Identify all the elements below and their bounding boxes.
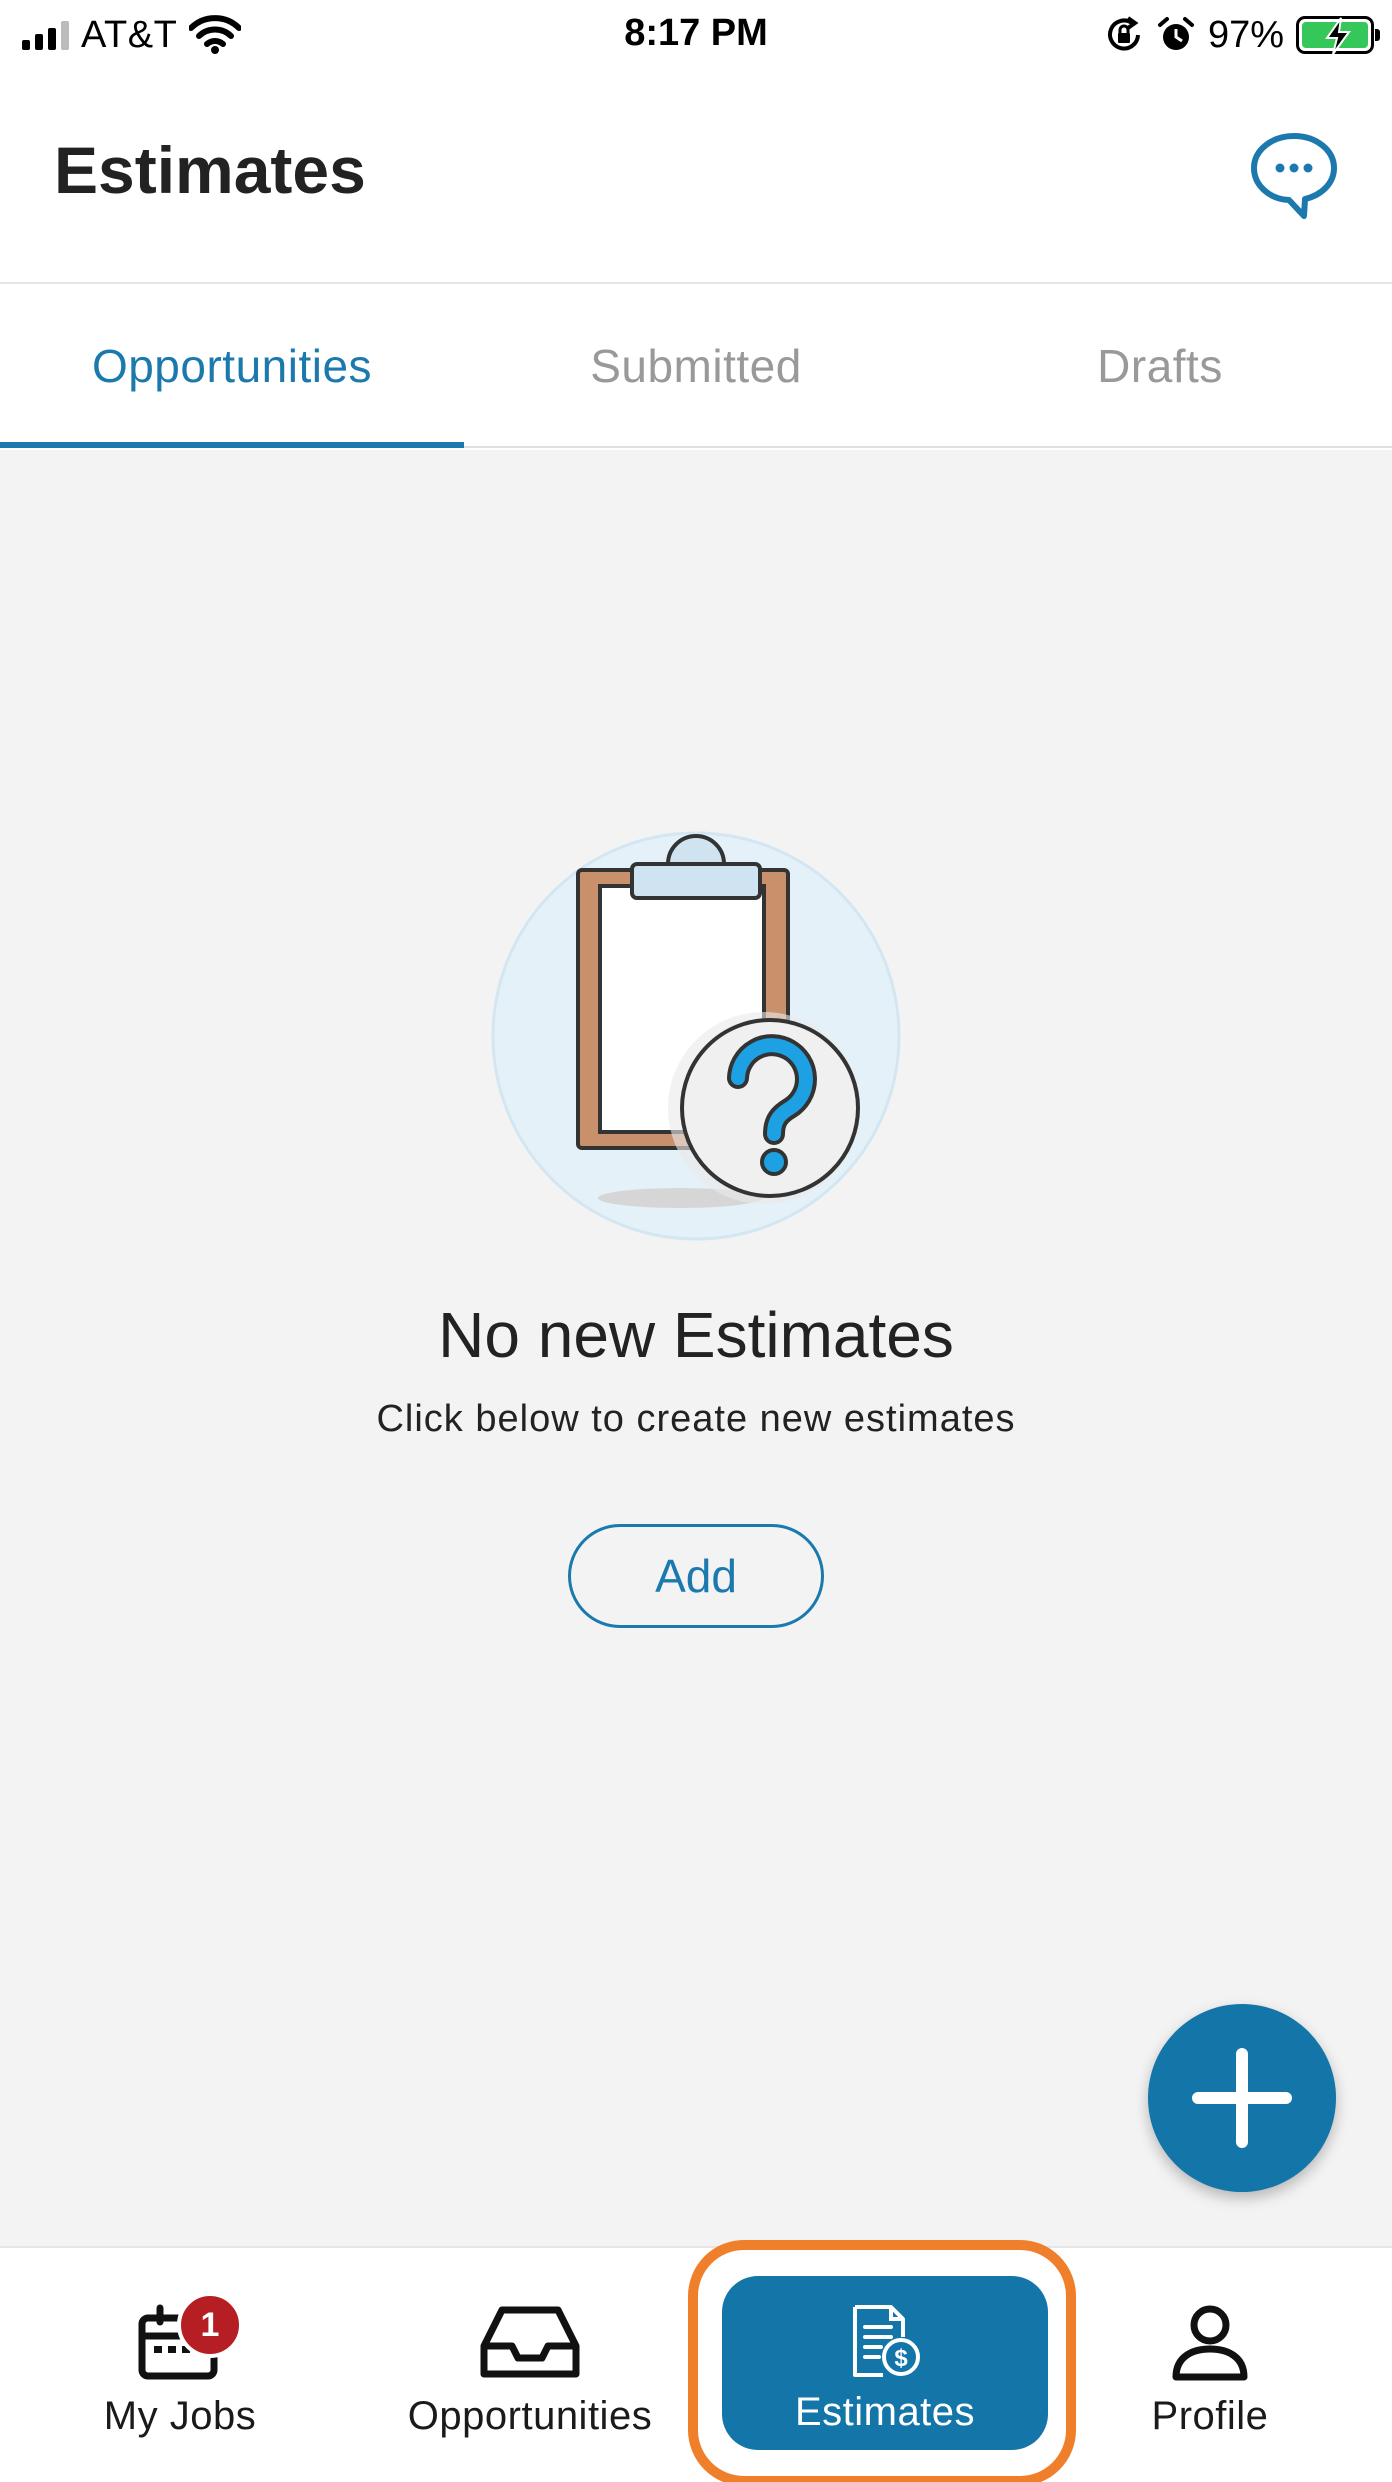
page-title: Estimates	[54, 133, 366, 207]
nav-label-estimates: Estimates	[794, 2390, 976, 2434]
svg-text:$: $	[894, 2345, 908, 2372]
battery-icon	[1296, 16, 1380, 55]
tab-bar: Opportunities Submitted Drafts	[0, 286, 1392, 448]
clipboard-question-icon	[491, 831, 901, 1241]
nav-label-my-jobs: My Jobs	[103, 2394, 257, 2438]
tab-drafts[interactable]: Drafts	[928, 286, 1392, 446]
rotation-lock-icon	[1107, 16, 1140, 51]
empty-state-title: No new Estimates	[438, 1299, 954, 1371]
status-bar: AT&T 8:17 PM 97%	[0, 0, 1392, 70]
nav-label-opportunities: Opportunities	[407, 2394, 653, 2438]
status-right: 97%	[1104, 12, 1380, 58]
inbox-tray-icon	[480, 2306, 580, 2378]
nav-label-profile: Profile	[1151, 2394, 1269, 2438]
battery-percent: 97%	[1207, 13, 1284, 56]
chat-button[interactable]	[1248, 130, 1340, 222]
empty-state-subtitle: Click below to create new estimates	[376, 1398, 1016, 1440]
nav-opportunities[interactable]: Opportunities	[380, 2248, 680, 2482]
chat-bubble-icon	[1251, 133, 1337, 219]
jobs-count-badge: 1	[177, 2292, 243, 2358]
add-button[interactable]: Add	[568, 1524, 824, 1628]
nav-estimates[interactable]: $ Estimates	[722, 2276, 1048, 2450]
nav-profile[interactable]: Profile	[1100, 2248, 1320, 2482]
nav-my-jobs[interactable]: 1 My Jobs	[60, 2248, 300, 2482]
app-header: Estimates	[0, 70, 1392, 284]
main-content: No new Estimates Click below to create n…	[0, 450, 1392, 2246]
document-dollar-icon: $	[853, 2305, 920, 2377]
plus-icon	[1192, 2048, 1292, 2148]
bottom-nav: 1 My Jobs Opportunities $ Estimates Prof…	[0, 2240, 1392, 2482]
alarm-icon	[1157, 17, 1194, 50]
tab-opportunities[interactable]: Opportunities	[0, 286, 464, 448]
person-icon	[1172, 2305, 1248, 2381]
floating-add-button[interactable]	[1148, 2004, 1336, 2192]
tab-submitted[interactable]: Submitted	[464, 286, 928, 446]
